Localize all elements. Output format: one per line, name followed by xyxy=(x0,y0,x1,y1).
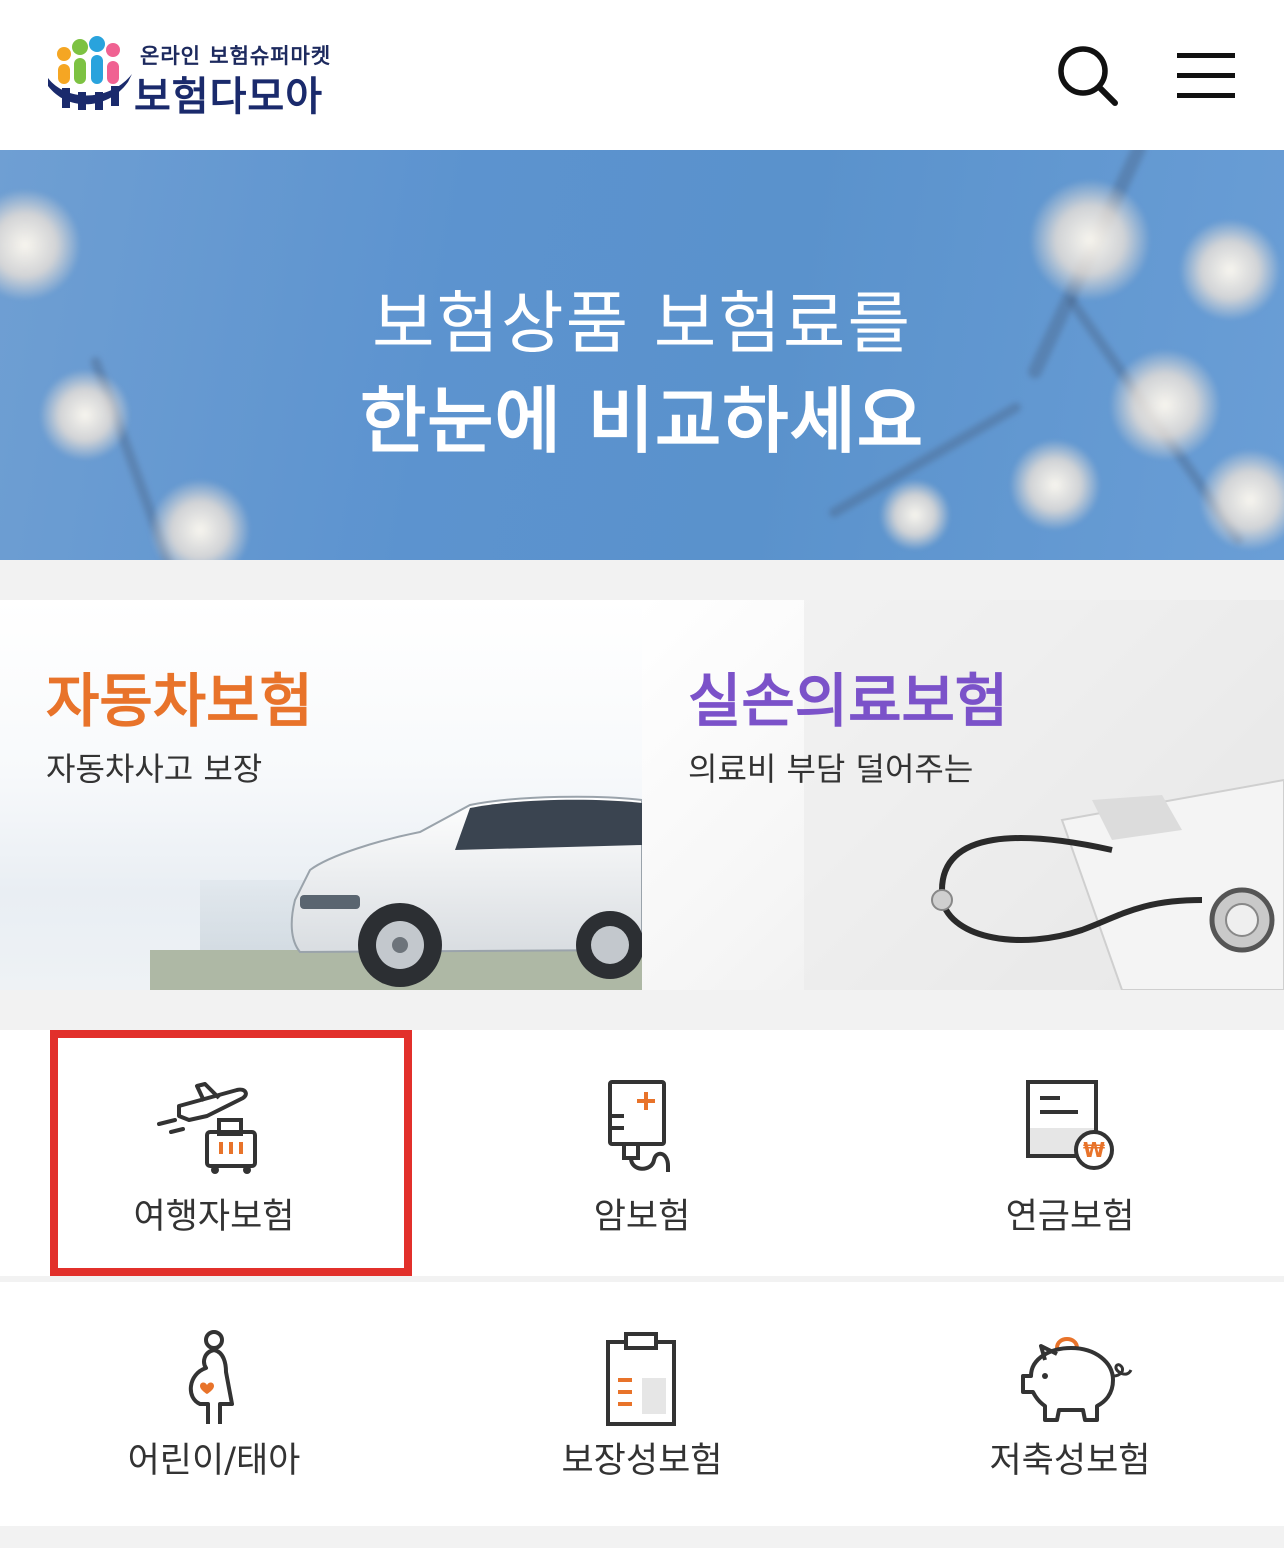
clipboard-icon xyxy=(606,1332,676,1426)
pension-document-icon: ₩ xyxy=(1026,1080,1114,1170)
grid-item-label: 암보험 xyxy=(593,1197,691,1237)
pregnant-woman-icon xyxy=(189,1330,234,1424)
hero-banner[interactable]: 보험상품 보험료를 한눈에 비교하세요 xyxy=(0,150,1284,560)
card-auto-title: 자동차보험 xyxy=(46,667,313,735)
iv-bag-icon xyxy=(608,1080,670,1172)
grid-item-label: 저축성보험 xyxy=(989,1441,1151,1481)
piggy-bank-icon xyxy=(1021,1337,1133,1422)
svg-text:₩: ₩ xyxy=(1083,1138,1105,1162)
card-medical-insurance[interactable]: 실손의료보험 의료비 부담 덜어주는 xyxy=(642,600,1284,990)
site-logo[interactable]: 온라인 보험슈퍼마켓 보험다모아 xyxy=(44,34,344,120)
hero-headline-line2: 한눈에 비교하세요 xyxy=(360,379,924,463)
grid-item-cancer-insurance[interactable]: 암보험 xyxy=(428,1030,856,1276)
product-grid-row-2: 어린이/태아 보장성보험 저축성보험 xyxy=(0,1282,1284,1526)
grid-item-label: 보장성보험 xyxy=(561,1441,723,1481)
grid-item-travel-insurance[interactable]: 여행자보험 xyxy=(0,1030,428,1276)
blossom-decoration xyxy=(150,480,250,560)
logo-title: 보험다모아 xyxy=(134,74,323,120)
grid-item-label: 연금보험 xyxy=(1005,1197,1135,1237)
menu-button[interactable] xyxy=(1168,38,1244,114)
logo-mark-icon xyxy=(48,36,132,110)
product-grid-row-1: 여행자보험 암보험 ₩ 연금보험 xyxy=(0,1030,1284,1276)
grid-item-child-fetus[interactable]: 어린이/태아 xyxy=(0,1282,428,1526)
search-icon xyxy=(1058,46,1118,106)
airplane-luggage-icon xyxy=(157,1082,257,1174)
feature-cards: 자동차보험 자동차사고 보장 실손의료보험 의료비 부담 덜어주는 xyxy=(0,600,1284,990)
hamburger-menu-icon xyxy=(1177,53,1235,98)
card-medical-title: 실손의료보험 xyxy=(688,667,1009,735)
search-button[interactable] xyxy=(1050,38,1126,114)
hero-headline-line1: 보험상품 보험료를 xyxy=(371,285,913,364)
card-auto-insurance[interactable]: 자동차보험 자동차사고 보장 xyxy=(0,600,642,990)
blossom-decoration xyxy=(880,480,950,550)
card-auto-subtitle: 자동차사고 보장 xyxy=(46,750,263,788)
grid-item-pension-insurance[interactable]: ₩ 연금보험 xyxy=(856,1030,1284,1276)
top-header: 온라인 보험슈퍼마켓 보험다모아 xyxy=(0,0,1284,150)
card-medical-subtitle: 의료비 부담 덜어주는 xyxy=(688,750,974,788)
grid-item-protection-insurance[interactable]: 보장성보험 xyxy=(428,1282,856,1526)
grid-item-savings-insurance[interactable]: 저축성보험 xyxy=(856,1282,1284,1526)
grid-item-label: 어린이/태아 xyxy=(127,1441,301,1481)
grid-item-label: 여행자보험 xyxy=(133,1197,295,1237)
